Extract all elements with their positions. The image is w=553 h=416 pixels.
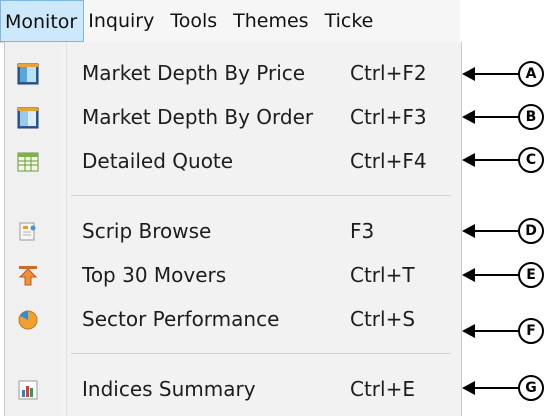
menu-monitor[interactable]: Monitor [0,0,85,42]
arrow-line [472,116,520,118]
menu-item-scrip-browse[interactable]: Scrip Browse F3 [5,210,461,254]
menu-separator [71,353,451,354]
menu-item-label: Detailed Quote [82,149,234,173]
arrow-line [472,330,520,332]
menu-item-label: Top 30 Movers [82,263,227,287]
menu-separator [71,195,451,196]
menu-item-label: Market Depth By Order [82,105,314,129]
callout-badge: G [518,375,544,401]
menu-item-shortcut: Ctrl+E [350,377,415,401]
menu-item-shortcut: Ctrl+F4 [350,149,427,173]
menu-bar: Monitor Inquiry Tools Themes Ticke [0,0,460,43]
monitor-dropdown-menu: Market Depth By Price Ctrl+F2 Market Dep… [4,42,462,416]
menu-inquiry[interactable]: Inquiry [84,0,162,42]
callout-b: B [458,102,550,132]
callout-f: F [458,316,550,346]
market-depth-price-icon [17,63,39,85]
menu-item-shortcut: Ctrl+F2 [350,61,427,85]
sector-performance-icon [17,309,39,331]
menu-item-top-30-movers[interactable]: Top 30 Movers Ctrl+T [5,254,461,298]
top-movers-icon [17,265,39,287]
arrow-line [472,159,520,161]
menu-item-label: Sector Performance [82,307,280,331]
menu-item-shortcut: Ctrl+S [350,307,416,331]
menu-item-shortcut: Ctrl+T [350,263,415,287]
callout-c: C [458,145,550,175]
callout-badge: E [518,262,544,288]
menu-item-shortcut: F3 [350,219,375,243]
callout-badge: B [518,104,544,130]
menu-item-sector-performance[interactable]: Sector Performance Ctrl+S [5,298,461,342]
callout-badge: C [518,147,544,173]
menu-item-label: Scrip Browse [82,219,212,243]
menu-item-market-depth-by-order[interactable]: Market Depth By Order Ctrl+F3 [5,96,461,140]
menu-ticker[interactable]: Ticke [317,0,382,42]
detailed-quote-icon [17,151,39,173]
callout-g: G [458,373,550,403]
screenshot-root: Monitor Inquiry Tools Themes Ticke Marke… [0,0,553,416]
market-depth-order-icon [17,107,39,129]
indices-summary-icon [17,379,39,401]
menu-item-indices-summary[interactable]: Indices Summary Ctrl+E [5,368,461,412]
menu-item-shortcut: Ctrl+F3 [350,105,427,129]
callout-badge: A [518,61,544,87]
callout-badge: F [518,318,544,344]
scrip-browse-icon [17,221,39,243]
arrow-line [472,230,520,232]
menu-item-detailed-quote[interactable]: Detailed Quote Ctrl+F4 [5,140,461,184]
arrow-line [472,73,520,75]
menu-item-label: Indices Summary [82,377,256,401]
menu-item-label: Market Depth By Price [82,61,306,85]
menu-item-market-depth-by-price[interactable]: Market Depth By Price Ctrl+F2 [5,52,461,96]
callout-d: D [458,216,550,246]
menu-themes[interactable]: Themes [225,0,316,42]
callout-badge: D [518,218,544,244]
menu-tools[interactable]: Tools [162,0,225,42]
arrow-line [472,387,520,389]
callout-e: E [458,260,550,290]
arrow-line [472,274,520,276]
callout-a: A [458,59,550,89]
